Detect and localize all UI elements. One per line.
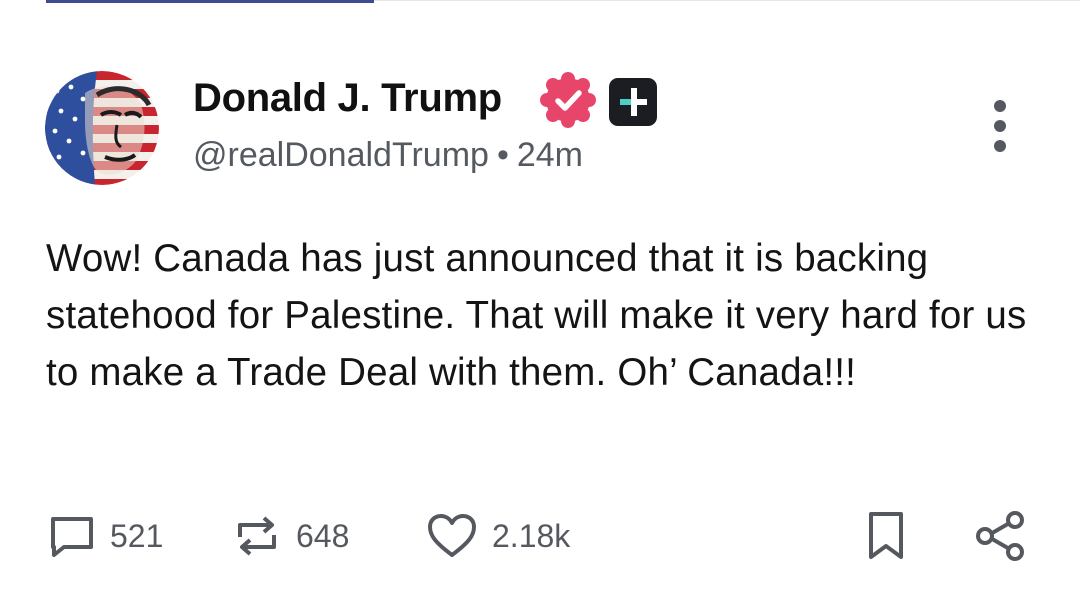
repost-button[interactable]: 648 — [232, 508, 349, 564]
active-tab-indicator — [46, 0, 374, 3]
author-handle[interactable]: @realDonaldTrump — [193, 136, 489, 174]
verified-badge-icon — [540, 72, 596, 128]
reply-button[interactable]: 521 — [48, 508, 163, 564]
author-display-name[interactable]: Donald J. Trump — [193, 72, 502, 124]
like-button[interactable]: 2.18k — [426, 508, 570, 564]
avatar[interactable] — [45, 71, 159, 185]
repost-icon — [238, 516, 276, 556]
heart-icon — [428, 514, 476, 557]
share-button[interactable] — [974, 508, 1026, 564]
more-vertical-icon[interactable] — [982, 98, 1018, 154]
bookmark-icon — [869, 512, 903, 559]
meta-separator: • — [496, 136, 509, 174]
post-body-text: Wow! Canada has just announced that it i… — [46, 237, 1027, 394]
bookmark-button[interactable] — [864, 508, 908, 564]
plus-badge-icon — [609, 78, 657, 126]
share-icon — [976, 511, 1024, 561]
comment-icon — [51, 517, 93, 557]
post-timestamp[interactable]: 24m — [517, 136, 583, 174]
author-meta: @realDonaldTrump • 24m — [193, 134, 583, 176]
reply-count: 521 — [110, 517, 164, 554]
like-count: 2.18k — [492, 517, 571, 554]
top-divider — [374, 0, 1080, 1]
flag-portrait-avatar-icon — [45, 71, 159, 185]
repost-count: 648 — [296, 517, 350, 554]
